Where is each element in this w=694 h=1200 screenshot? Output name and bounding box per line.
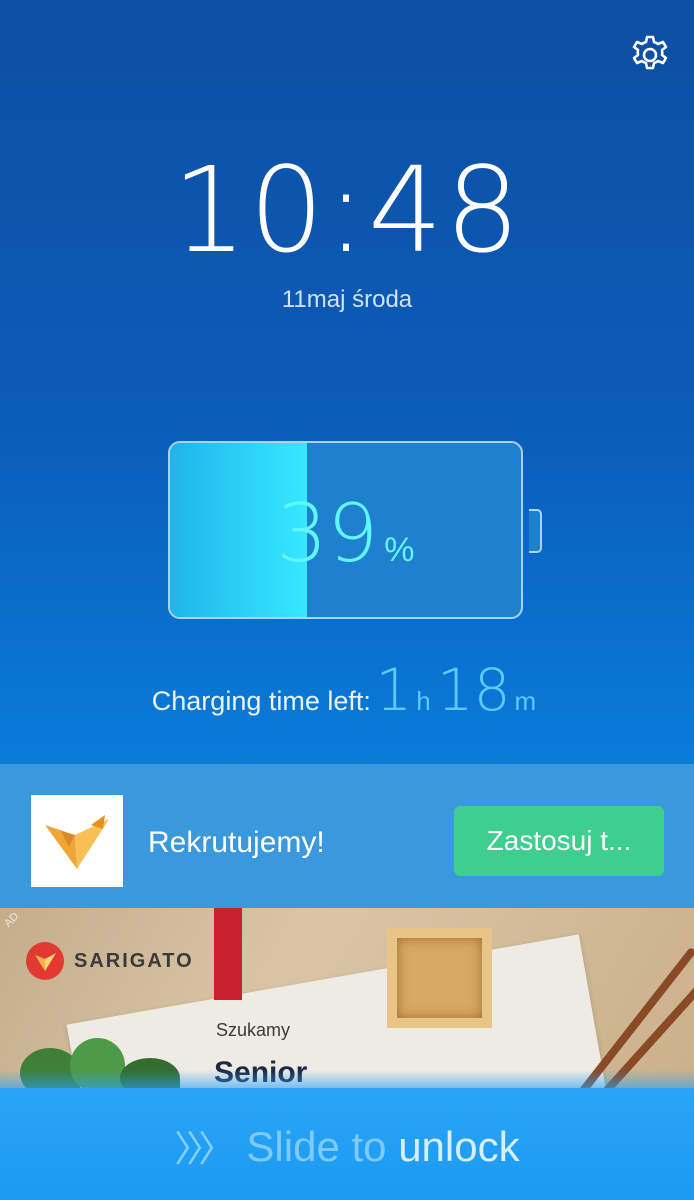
unlock-text-b: unlock [398, 1123, 520, 1170]
banner-text-line1: Szukamy [216, 1020, 291, 1040]
ad-header[interactable]: Rekrutujemy! Zastosuj t... [0, 764, 694, 908]
charging-hours: 1 [375, 656, 413, 724]
unlock-text-a: Slide to [246, 1123, 399, 1170]
battery-percent: 39% [168, 487, 523, 580]
ad-banner-image[interactable]: SARIGATO Szukamy Senior AD [0, 908, 694, 1088]
date-label: 11maj środa [281, 286, 413, 313]
charging-minutes: 18 [436, 656, 511, 724]
banner-red-strip [214, 908, 242, 1000]
charging-minutes-unit: m [514, 686, 537, 716]
slide-to-unlock[interactable]: 〉〉〉 Slide to unlock [0, 1120, 694, 1172]
charging-hours-unit: h [416, 686, 431, 716]
charging-time-label: Charging time left: [151, 686, 371, 716]
ad-badge: AD [1, 910, 22, 930]
banner-wooden-box [387, 928, 492, 1028]
battery-percent-value: 39 [276, 487, 379, 580]
battery-tip [529, 509, 542, 553]
battery-percent-sign: % [384, 531, 415, 569]
banner-brand: SARIGATO [74, 950, 194, 972]
clock-time: 10:48 [171, 141, 523, 279]
origami-bird-icon [31, 795, 123, 887]
gear-icon[interactable] [628, 33, 672, 77]
chevron-right-icon: 〉〉〉 [174, 1128, 234, 1169]
sarigato-logo-icon [26, 942, 64, 980]
ad-title: Rekrutujemy! [148, 826, 325, 859]
charging-time: Charging time left: 1 h 18 m [0, 656, 694, 724]
apply-button[interactable]: Zastosuj t... [454, 806, 664, 876]
